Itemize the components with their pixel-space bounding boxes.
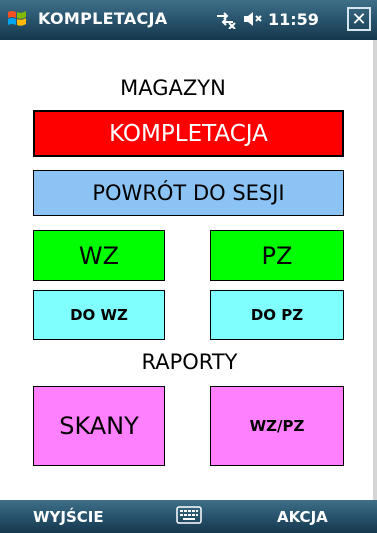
wz-label: WZ — [78, 241, 120, 270]
do-wz-label: DO WZ — [70, 306, 128, 324]
powrot-do-sesji-button[interactable]: POWRÓT DO SESJI — [33, 170, 344, 216]
title-bar: KOMPLETACJA 11:59 ✕ — [0, 0, 377, 40]
powrot-label: POWRÓT DO SESJI — [92, 181, 285, 205]
close-icon: ✕ — [351, 8, 367, 30]
wz-button[interactable]: WZ — [33, 230, 165, 281]
do-pz-button[interactable]: DO PZ — [210, 290, 344, 340]
keyboard-icon[interactable] — [176, 506, 202, 524]
section-heading-magazyn: MAGAZYN — [120, 76, 226, 100]
section-heading-raporty: RAPORTY — [141, 350, 238, 374]
windows-start-icon[interactable] — [6, 8, 28, 30]
pz-button[interactable]: PZ — [210, 230, 344, 281]
wz-pz-report-button[interactable]: WZ/PZ — [210, 386, 344, 466]
speaker-muted-icon[interactable] — [242, 9, 262, 29]
pz-label: PZ — [261, 241, 293, 270]
do-pz-label: DO PZ — [250, 306, 304, 324]
connectivity-icon[interactable] — [214, 9, 236, 29]
skany-label: SKANY — [59, 412, 139, 440]
kompletacja-label: KOMPLETACJA — [109, 120, 268, 147]
scrollbar[interactable] — [373, 40, 377, 500]
window-title: KOMPLETACJA — [38, 9, 168, 28]
softkey-akcja[interactable]: AKCJA — [277, 508, 328, 526]
softkey-wyjscie[interactable]: WYJŚCIE — [33, 508, 104, 526]
kompletacja-button[interactable]: KOMPLETACJA — [33, 110, 344, 157]
clock[interactable]: 11:59 — [268, 10, 319, 29]
do-wz-button[interactable]: DO WZ — [33, 290, 165, 340]
close-button[interactable]: ✕ — [347, 7, 371, 31]
skany-button[interactable]: SKANY — [33, 386, 165, 466]
softkey-bar: WYJŚCIE AKCJA — [0, 500, 377, 533]
wz-pz-label: WZ/PZ — [249, 417, 305, 435]
